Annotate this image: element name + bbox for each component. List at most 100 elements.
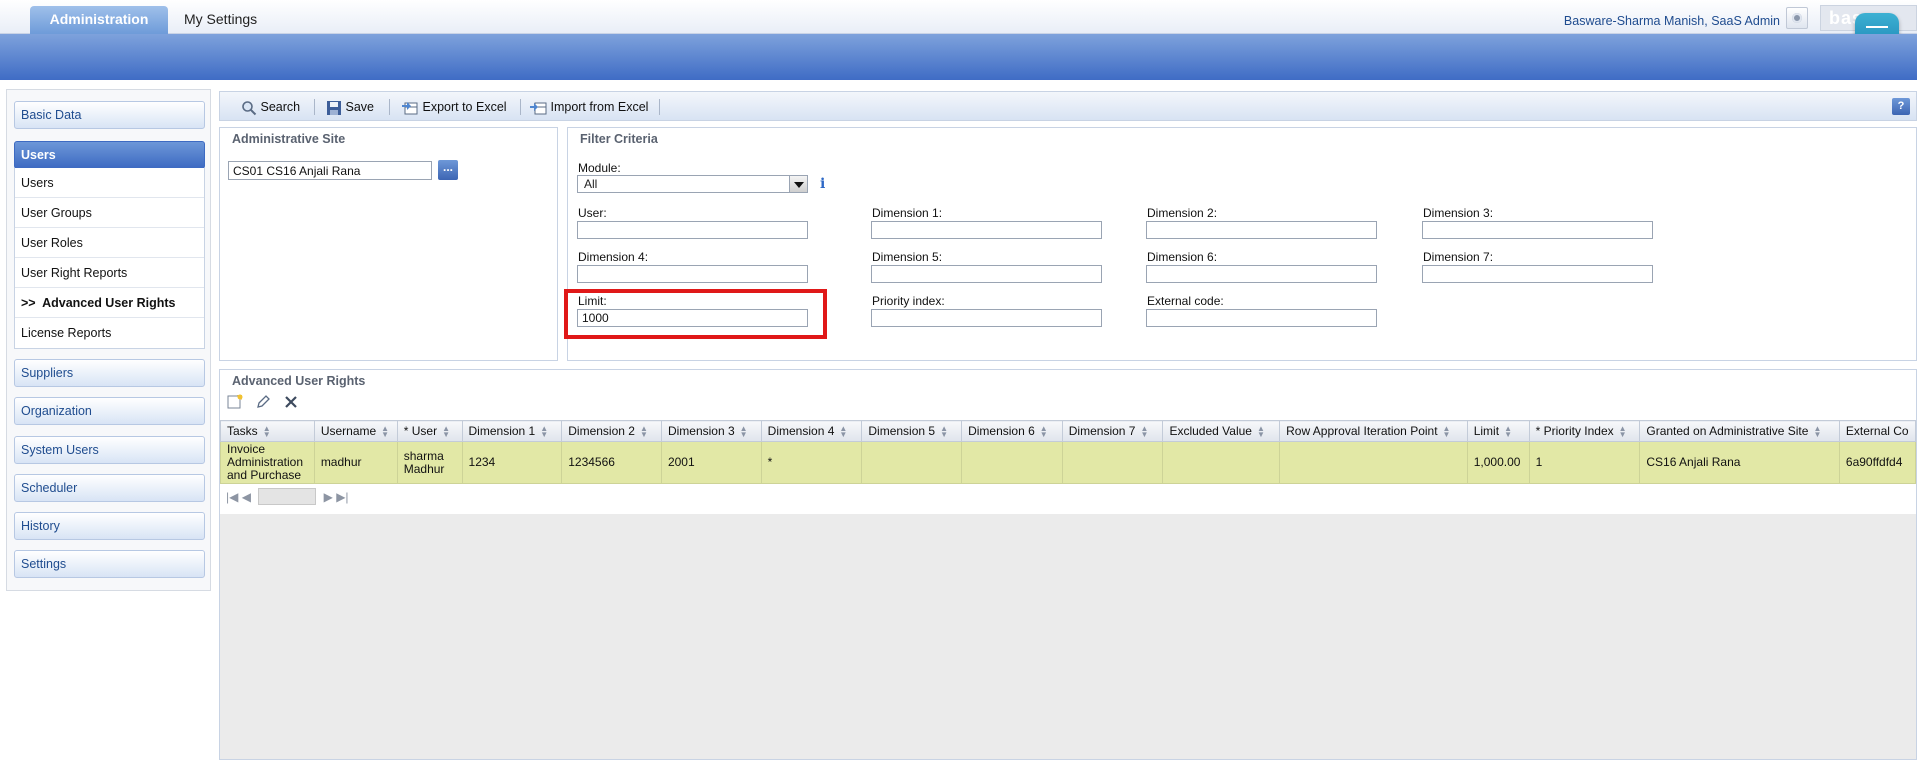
sort-icon[interactable]: ▲ ▼	[1040, 424, 1048, 438]
submenu-item-license-reports[interactable]: License Reports	[15, 318, 204, 348]
browse-site-button[interactable]: ...	[438, 160, 458, 180]
column-header[interactable]: Limit ▲ ▼	[1466, 420, 1530, 442]
next-page-icon[interactable]: ▶	[324, 490, 333, 504]
sort-icon[interactable]: ▲ ▼	[263, 424, 271, 438]
sidebar-item-basic-data[interactable]: Basic Data	[14, 101, 205, 129]
cell-dimension-7	[1061, 441, 1164, 484]
sort-icon[interactable]: ▲ ▼	[940, 424, 948, 438]
column-header[interactable]: Excluded Value ▲ ▼	[1162, 420, 1281, 442]
dimension-2-field[interactable]	[1146, 221, 1377, 239]
sidebar-item-scheduler[interactable]: Scheduler	[14, 474, 205, 502]
sidebar-item-organization[interactable]: Organization	[14, 397, 205, 425]
tab-my-settings[interactable]: My Settings	[184, 6, 257, 32]
dimension-5-label: Dimension 5:	[872, 250, 943, 264]
column-header[interactable]: External Co	[1838, 420, 1917, 442]
submenu-item-advanced-user-rights[interactable]: >> Advanced User Rights	[15, 288, 204, 318]
cell-external-code: 6a90ffdfd4	[1838, 441, 1917, 484]
cell-granted-on-site: CS16 Anjali Rana	[1639, 441, 1840, 484]
dimension-6-field[interactable]	[1146, 265, 1377, 283]
export-to-excel-button[interactable]: Export to Excel	[401, 97, 507, 117]
sort-icon[interactable]: ▲ ▼	[1813, 424, 1821, 438]
submenu-item-user-groups[interactable]: User Groups	[15, 198, 204, 228]
sidebar-item-settings[interactable]: Settings	[14, 550, 205, 578]
dimension-3-field[interactable]	[1422, 221, 1653, 239]
dimension-1-field[interactable]	[871, 221, 1102, 239]
sidebar-item-suppliers[interactable]: Suppliers	[14, 359, 205, 387]
toolbar: Search Save Export to Excel Import from …	[219, 91, 1917, 121]
column-header[interactable]: Dimension 7 ▲ ▼	[1061, 420, 1164, 442]
column-header[interactable]: * Priority Index ▲ ▼	[1528, 420, 1641, 442]
import-label: Import from Excel	[550, 100, 649, 114]
first-page-icon[interactable]: |◀	[226, 490, 238, 504]
tab-administration[interactable]: Administration	[30, 6, 168, 34]
save-icon	[327, 100, 341, 115]
priority-index-field[interactable]	[871, 309, 1102, 327]
module-select[interactable]: All	[577, 175, 808, 193]
column-header[interactable]: Dimension 4 ▲ ▼	[760, 420, 863, 442]
user-label: User:	[578, 206, 607, 220]
advanced-user-rights-panel: Advanced User Rights Tasks ▲ ▼ Username ▲ ▼ …	[219, 369, 1917, 760]
submenu-item-users[interactable]: Users	[15, 168, 204, 198]
prev-page-icon[interactable]: ◀	[242, 490, 251, 504]
dimension-6-label: Dimension 6:	[1147, 250, 1218, 264]
column-header[interactable]: Dimension 3 ▲ ▼	[660, 420, 762, 442]
page-number-input[interactable]	[258, 488, 317, 505]
dimension-5-field[interactable]	[871, 265, 1102, 283]
last-page-icon[interactable]: ▶|	[336, 490, 348, 504]
column-header[interactable]: Dimension 1 ▲ ▼	[461, 420, 563, 442]
info-icon[interactable]: i	[820, 176, 825, 192]
administrative-site-input[interactable]	[228, 161, 432, 180]
delete-icon[interactable]	[283, 394, 299, 410]
column-header[interactable]: Dimension 6 ▲ ▼	[961, 420, 1063, 442]
top-bar: Administration My Settings Basware-Sharm…	[0, 0, 1917, 57]
submenu-item-user-right-reports[interactable]: User Right Reports	[15, 258, 204, 288]
dimension-4-field[interactable]	[577, 265, 808, 283]
selected-marker: >>	[21, 296, 36, 310]
cell-dimension-3: 2001	[660, 441, 762, 484]
panel-title: Advanced User Rights	[232, 374, 366, 388]
submenu-item-user-roles[interactable]: User Roles	[15, 228, 204, 258]
import-from-excel-button[interactable]: Import from Excel	[529, 97, 648, 117]
settings-circle-icon[interactable]	[1786, 7, 1808, 29]
column-header[interactable]: Tasks ▲ ▼	[220, 420, 315, 442]
column-header[interactable]: Row Approval Iteration Point ▲ ▼	[1279, 420, 1468, 442]
sort-icon[interactable]: ▲ ▼	[1140, 424, 1148, 438]
search-button[interactable]: Search	[241, 97, 300, 117]
chevron-down-icon[interactable]	[789, 176, 807, 192]
external-code-field[interactable]	[1146, 309, 1377, 327]
sort-icon[interactable]: ▲ ▼	[1619, 424, 1627, 438]
sort-icon[interactable]: ▲ ▼	[1504, 424, 1512, 438]
sort-icon[interactable]: ▲ ▼	[442, 424, 450, 438]
help-icon[interactable]: ?	[1892, 98, 1910, 115]
save-label: Save	[345, 100, 374, 114]
search-label: Search	[260, 100, 301, 114]
cell-tasks: Invoice Administration and Purchase	[220, 441, 315, 484]
sort-icon[interactable]: ▲ ▼	[640, 424, 648, 438]
cell-row-approval	[1279, 441, 1468, 484]
save-button[interactable]: Save	[326, 97, 374, 117]
sort-icon[interactable]: ▲ ▼	[540, 424, 548, 438]
column-header[interactable]: Username ▲ ▼	[313, 420, 398, 442]
sidebar-item-history[interactable]: History	[14, 512, 205, 540]
cell-dimension-2: 1234566	[561, 441, 662, 484]
dimension-1-label: Dimension 1:	[872, 206, 943, 220]
sort-icon[interactable]: ▲ ▼	[1257, 424, 1265, 438]
column-header[interactable]: * User ▲ ▼	[396, 420, 463, 442]
sort-icon[interactable]: ▲ ▼	[1443, 424, 1451, 438]
edit-icon[interactable]	[255, 394, 271, 410]
sort-icon[interactable]: ▲ ▼	[381, 424, 389, 438]
column-header[interactable]: Dimension 2 ▲ ▼	[561, 420, 662, 442]
divider	[389, 99, 390, 115]
sidebar-item-system-users[interactable]: System Users	[14, 436, 205, 464]
table-row[interactable]: Invoice Administration and Purchase madh…	[220, 441, 1917, 484]
administrative-site-panel: Administrative Site ...	[219, 127, 558, 361]
dimension-7-field[interactable]	[1422, 265, 1653, 283]
column-header[interactable]: Dimension 5 ▲ ▼	[861, 420, 963, 442]
cell-dimension-5	[861, 441, 963, 484]
sort-icon[interactable]: ▲ ▼	[740, 424, 748, 438]
new-record-icon[interactable]	[226, 394, 244, 410]
sidebar-item-users[interactable]: Users	[14, 141, 205, 169]
user-field[interactable]	[577, 221, 808, 239]
column-header[interactable]: Granted on Administrative Site ▲ ▼	[1639, 420, 1840, 442]
sort-icon[interactable]: ▲ ▼	[839, 424, 847, 438]
